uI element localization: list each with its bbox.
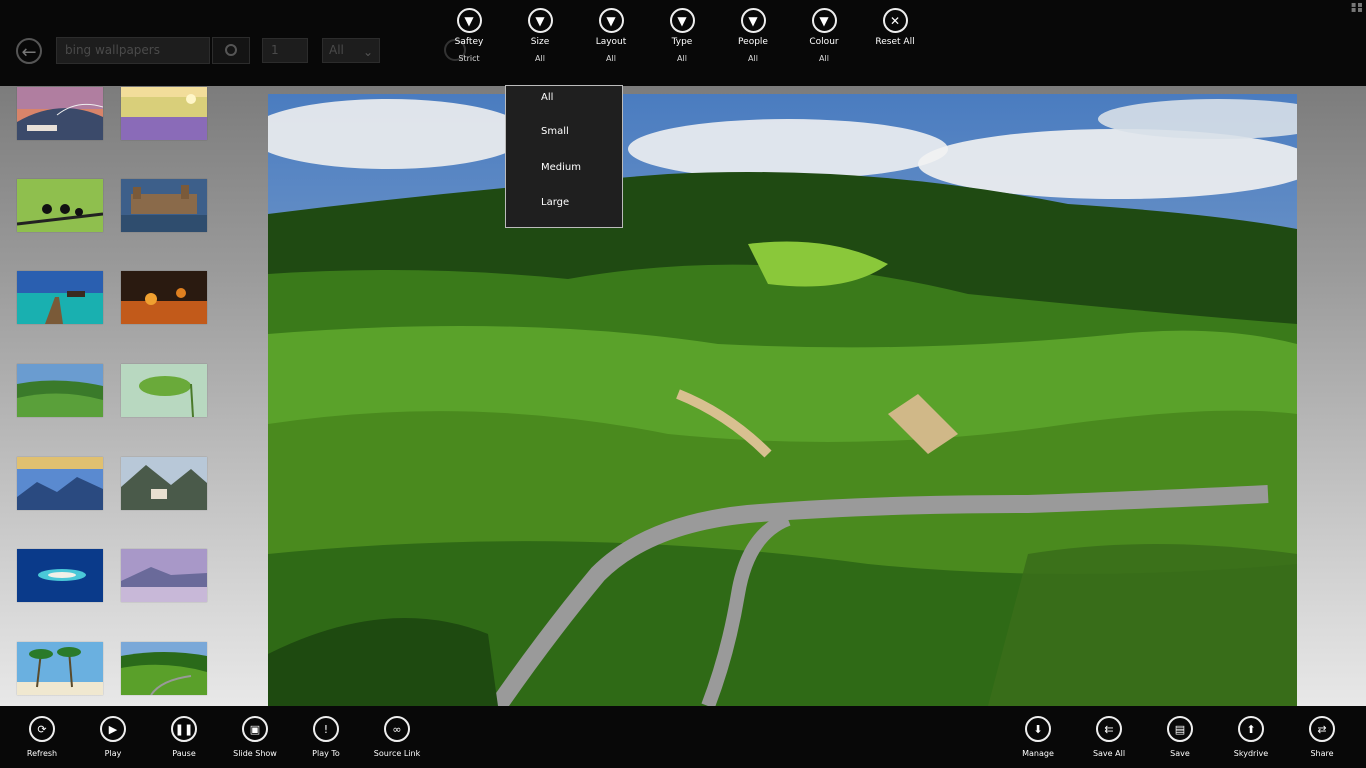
thumbnail-mountain-town[interactable]	[121, 457, 207, 510]
pause-button[interactable]: ❚❚ Pause	[149, 716, 219, 759]
people-filter-label: People	[738, 37, 768, 47]
search-icon	[225, 44, 237, 56]
skydrive-button[interactable]: ⬆ Skydrive	[1216, 716, 1286, 759]
thumbnail-palm-beach[interactable]	[17, 642, 103, 695]
play-button[interactable]: ▶ Play	[78, 716, 148, 759]
play-icon: ▶	[100, 716, 126, 742]
app-options-icon[interactable]: ▪▪ ▪▪	[1351, 1, 1364, 14]
filter-select[interactable]: All ⌄	[322, 38, 380, 63]
save-icon: ▤	[1167, 716, 1193, 742]
thumbnail-lavender-field[interactable]	[121, 87, 207, 140]
refresh-icon: ⟳	[29, 716, 55, 742]
thumbnail-tropical-pier[interactable]	[17, 271, 103, 324]
back-arrow-icon: ←	[21, 42, 37, 63]
layout-filter-button[interactable]: ▼ Layout All	[576, 8, 646, 64]
size-filter-menu: All Small Medium Large	[505, 85, 623, 228]
skydrive-label: Skydrive	[1233, 749, 1269, 758]
people-filter-value: All	[748, 54, 758, 63]
thumbnail-castle[interactable]	[121, 179, 207, 232]
chevron-down-icon: ⌄	[362, 45, 373, 59]
main-image-vineyard	[268, 94, 1297, 706]
refresh-label: Refresh	[26, 749, 58, 758]
thumbnail-vineyard-road[interactable]	[121, 642, 207, 695]
reset-all-label: Reset All	[875, 37, 915, 47]
type-filter-button[interactable]: ▼ Type All	[647, 8, 717, 64]
size-filter-label: Size	[530, 37, 550, 47]
size-filter-button[interactable]: ▼ Size All	[505, 8, 575, 64]
thumbnail-atoll[interactable]	[17, 549, 103, 602]
type-filter-value: All	[677, 54, 687, 63]
reset-all-button[interactable]: ✕ Reset All	[860, 8, 930, 48]
thumbnail-misty-lake[interactable]	[121, 549, 207, 602]
filter-icon: ▼	[740, 8, 766, 33]
play-to-icon: !	[313, 716, 339, 742]
pause-label: Pause	[172, 749, 196, 758]
size-option-medium[interactable]: Medium	[541, 162, 581, 173]
colour-filter-label: Colour	[809, 37, 839, 47]
filter-select-value: All	[329, 43, 344, 57]
save-all-icon: ⇇	[1096, 716, 1122, 742]
share-button[interactable]: ⇄ Share	[1287, 716, 1357, 759]
play-to-button[interactable]: ! Play To	[291, 716, 361, 759]
thumbnail-harbor-bridge[interactable]	[17, 87, 103, 140]
download-icon: ⬇	[1025, 716, 1051, 742]
manage-button[interactable]: ⬇ Manage	[1003, 716, 1073, 759]
search-input[interactable]: bing wallpapers	[56, 37, 210, 64]
pause-icon: ❚❚	[171, 716, 197, 742]
refresh-button[interactable]: ⟳ Refresh	[7, 716, 77, 759]
slide-show-button[interactable]: ▣ Slide Show	[220, 716, 290, 759]
page-number-input[interactable]: 1	[262, 38, 308, 63]
size-option-all[interactable]: All	[541, 92, 553, 103]
thumbnail-night-balloons[interactable]	[121, 271, 207, 324]
save-button[interactable]: ▤ Save	[1145, 716, 1215, 759]
thumbnail-birds-branch[interactable]	[17, 179, 103, 232]
size-option-large[interactable]: Large	[541, 197, 569, 208]
safety-filter-button[interactable]: ▼ Saftey Strict	[434, 8, 504, 64]
slide-show-label: Slide Show	[233, 749, 277, 758]
save-all-button[interactable]: ⇇ Save All	[1074, 716, 1144, 759]
filter-icon: ▼	[456, 8, 482, 33]
layout-filter-value: All	[606, 54, 616, 63]
save-label: Save	[1170, 749, 1190, 758]
play-label: Play	[104, 749, 122, 758]
thumbnail-green-hills[interactable]	[17, 364, 103, 417]
colour-filter-value: All	[819, 54, 829, 63]
thumbnail-mountain-dawn[interactable]	[17, 457, 103, 510]
top-app-bar: ▪▪ ▪▪ ← bing wallpapers 1 All ⌄ ▼ Saftey …	[0, 0, 1366, 86]
thumbnail-lotus-leaf[interactable]	[121, 364, 207, 417]
size-option-small[interactable]: Small	[541, 126, 569, 137]
save-all-label: Save All	[1092, 749, 1126, 758]
people-filter-button[interactable]: ▼ People All	[718, 8, 788, 64]
upload-icon: ⬆	[1238, 716, 1264, 742]
share-icon: ⇄	[1309, 716, 1335, 742]
size-filter-value: All	[535, 54, 545, 63]
type-filter-label: Type	[671, 37, 693, 47]
play-to-label: Play To	[312, 749, 340, 758]
search-button[interactable]	[212, 37, 250, 64]
manage-label: Manage	[1022, 749, 1054, 758]
source-link-button[interactable]: ∞ Source Link	[362, 716, 432, 759]
bottom-app-bar: ⟳ Refresh ▶ Play ❚❚ Pause ▣ Slide Show !…	[0, 706, 1366, 768]
filter-icon: ▼	[527, 8, 553, 33]
slideshow-icon: ▣	[242, 716, 268, 742]
filter-icon: ▼	[598, 8, 624, 33]
filter-icon: ▼	[669, 8, 695, 33]
safety-filter-value: Strict	[458, 54, 480, 63]
layout-filter-label: Layout	[595, 37, 627, 47]
safety-filter-label: Saftey	[454, 37, 484, 47]
filter-icon: ▼	[811, 8, 837, 33]
share-label: Share	[1310, 749, 1334, 758]
source-link-label: Source Link	[373, 749, 421, 758]
back-button[interactable]: ←	[16, 38, 42, 64]
link-icon: ∞	[384, 716, 410, 742]
colour-filter-button[interactable]: ▼ Colour All	[789, 8, 859, 64]
close-icon: ✕	[882, 8, 908, 33]
